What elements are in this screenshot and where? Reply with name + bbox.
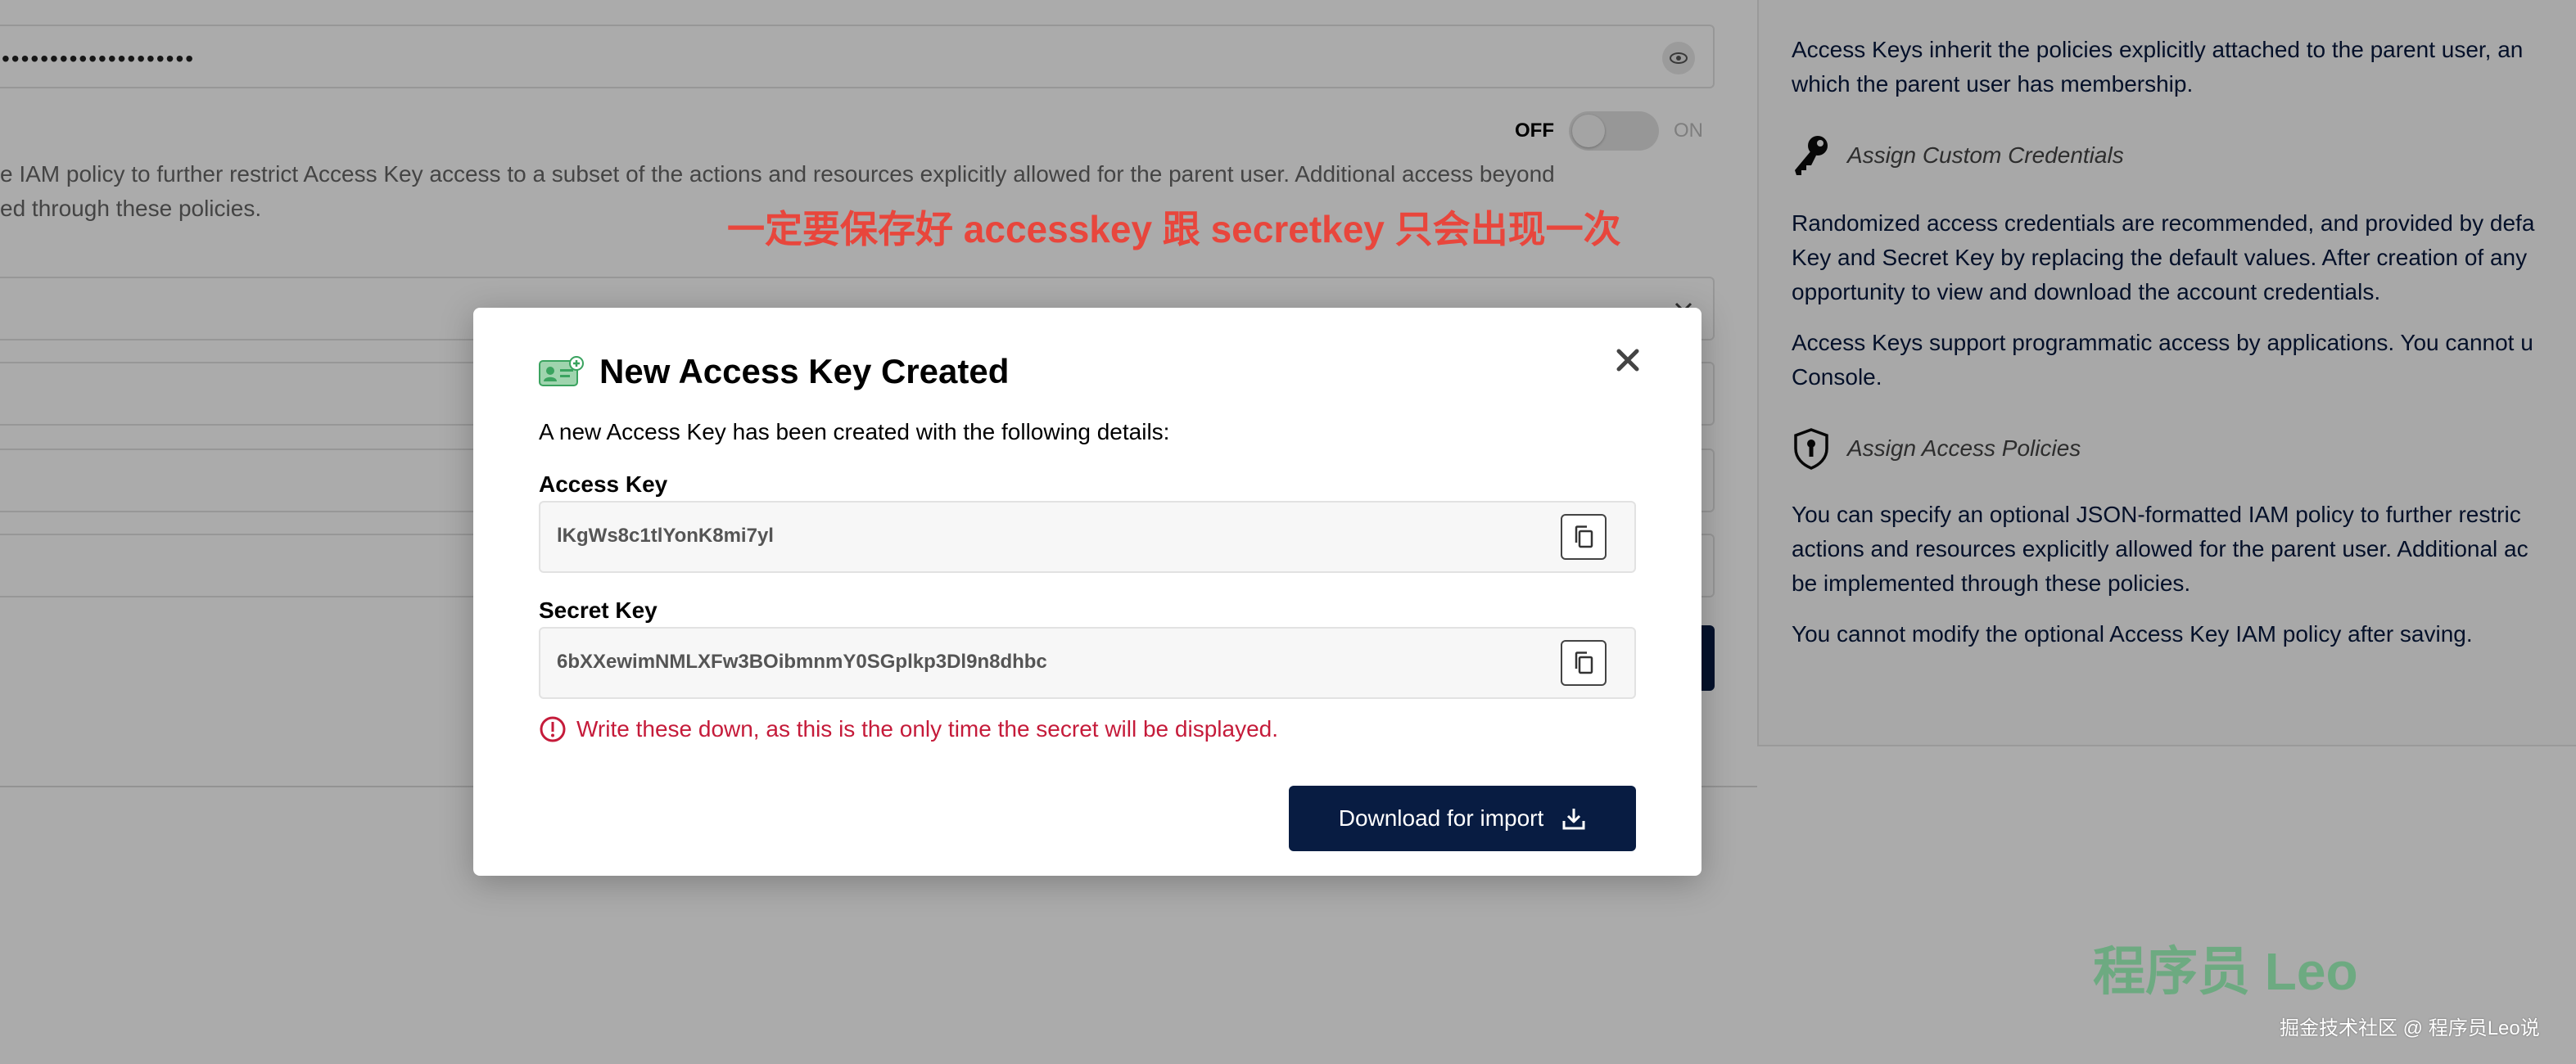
screenshot-annotation: 一定要保存好 accesskey 跟 secretkey 只会出现一次 (727, 208, 1621, 250)
copy-icon (1575, 525, 1593, 548)
access-key-field: lKgWs8c1tlYonK8mi7yl (539, 501, 1636, 573)
secret-warning-text: Write these down, as this is the only ti… (576, 716, 1278, 742)
secret-key-field: 6bXXewimNMLXFw3BOibmnmY0SGplkp3Dl9n8dhbc (539, 627, 1636, 699)
modal-header: New Access Key Created (539, 352, 1009, 391)
download-icon (1562, 809, 1585, 830)
secret-warning: Write these down, as this is the only ti… (539, 715, 1278, 743)
secret-key-value[interactable]: 6bXXewimNMLXFw3BOibmnmY0SGplkp3Dl9n8dhbc (557, 651, 1047, 674)
credentials-card-icon (539, 356, 584, 386)
modal-description: A new Access Key has been created with t… (539, 419, 1170, 444)
copy-icon (1575, 651, 1593, 674)
secret-key-label: Secret Key (539, 597, 658, 623)
watermark: 程序员 Leo (2093, 942, 2358, 1001)
download-for-import-button[interactable]: Download for import (1289, 786, 1636, 851)
close-icon (1616, 349, 1639, 372)
access-key-value[interactable]: lKgWs8c1tlYonK8mi7yl (557, 525, 774, 548)
source-credit: 掘金技术社区 @ 程序员Leo说 (2280, 1017, 2540, 1039)
access-key-label: Access Key (539, 471, 668, 497)
alert-icon (540, 716, 566, 742)
modal-title: New Access Key Created (599, 352, 1010, 390)
copy-secret-key-button[interactable] (1561, 640, 1607, 686)
download-label: Download for import (1338, 805, 1544, 831)
copy-access-key-button[interactable] (1561, 514, 1607, 560)
close-button[interactable] (1605, 337, 1651, 383)
new-access-key-modal: New Access Key Created A new Access Key … (473, 308, 1702, 876)
